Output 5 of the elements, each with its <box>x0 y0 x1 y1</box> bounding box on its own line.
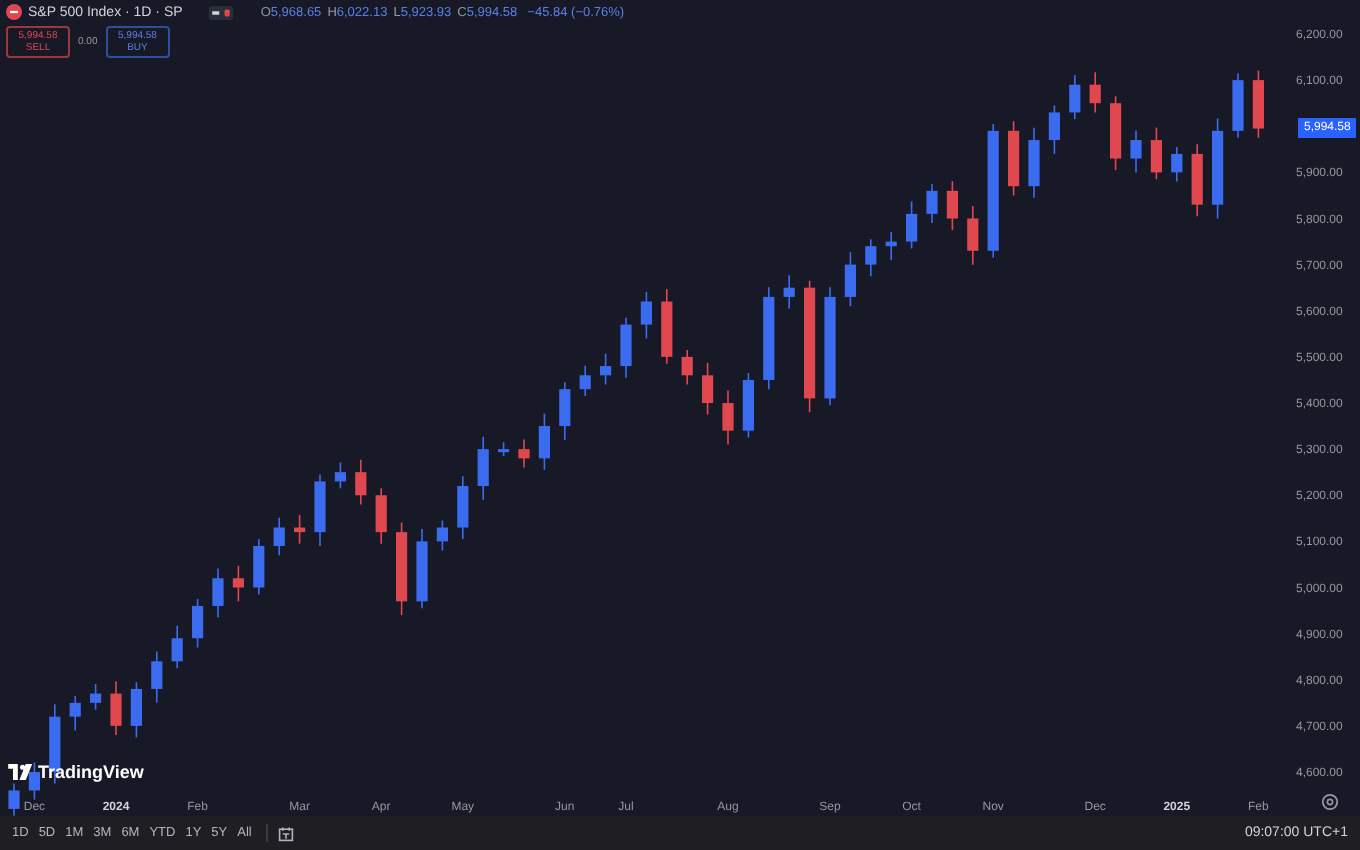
settings-icon[interactable] <box>1321 793 1339 811</box>
toggle-icon[interactable] <box>208 5 235 19</box>
date-range-icon[interactable] <box>277 825 294 841</box>
symbol-icon <box>6 4 22 20</box>
logo-icon <box>8 764 34 780</box>
